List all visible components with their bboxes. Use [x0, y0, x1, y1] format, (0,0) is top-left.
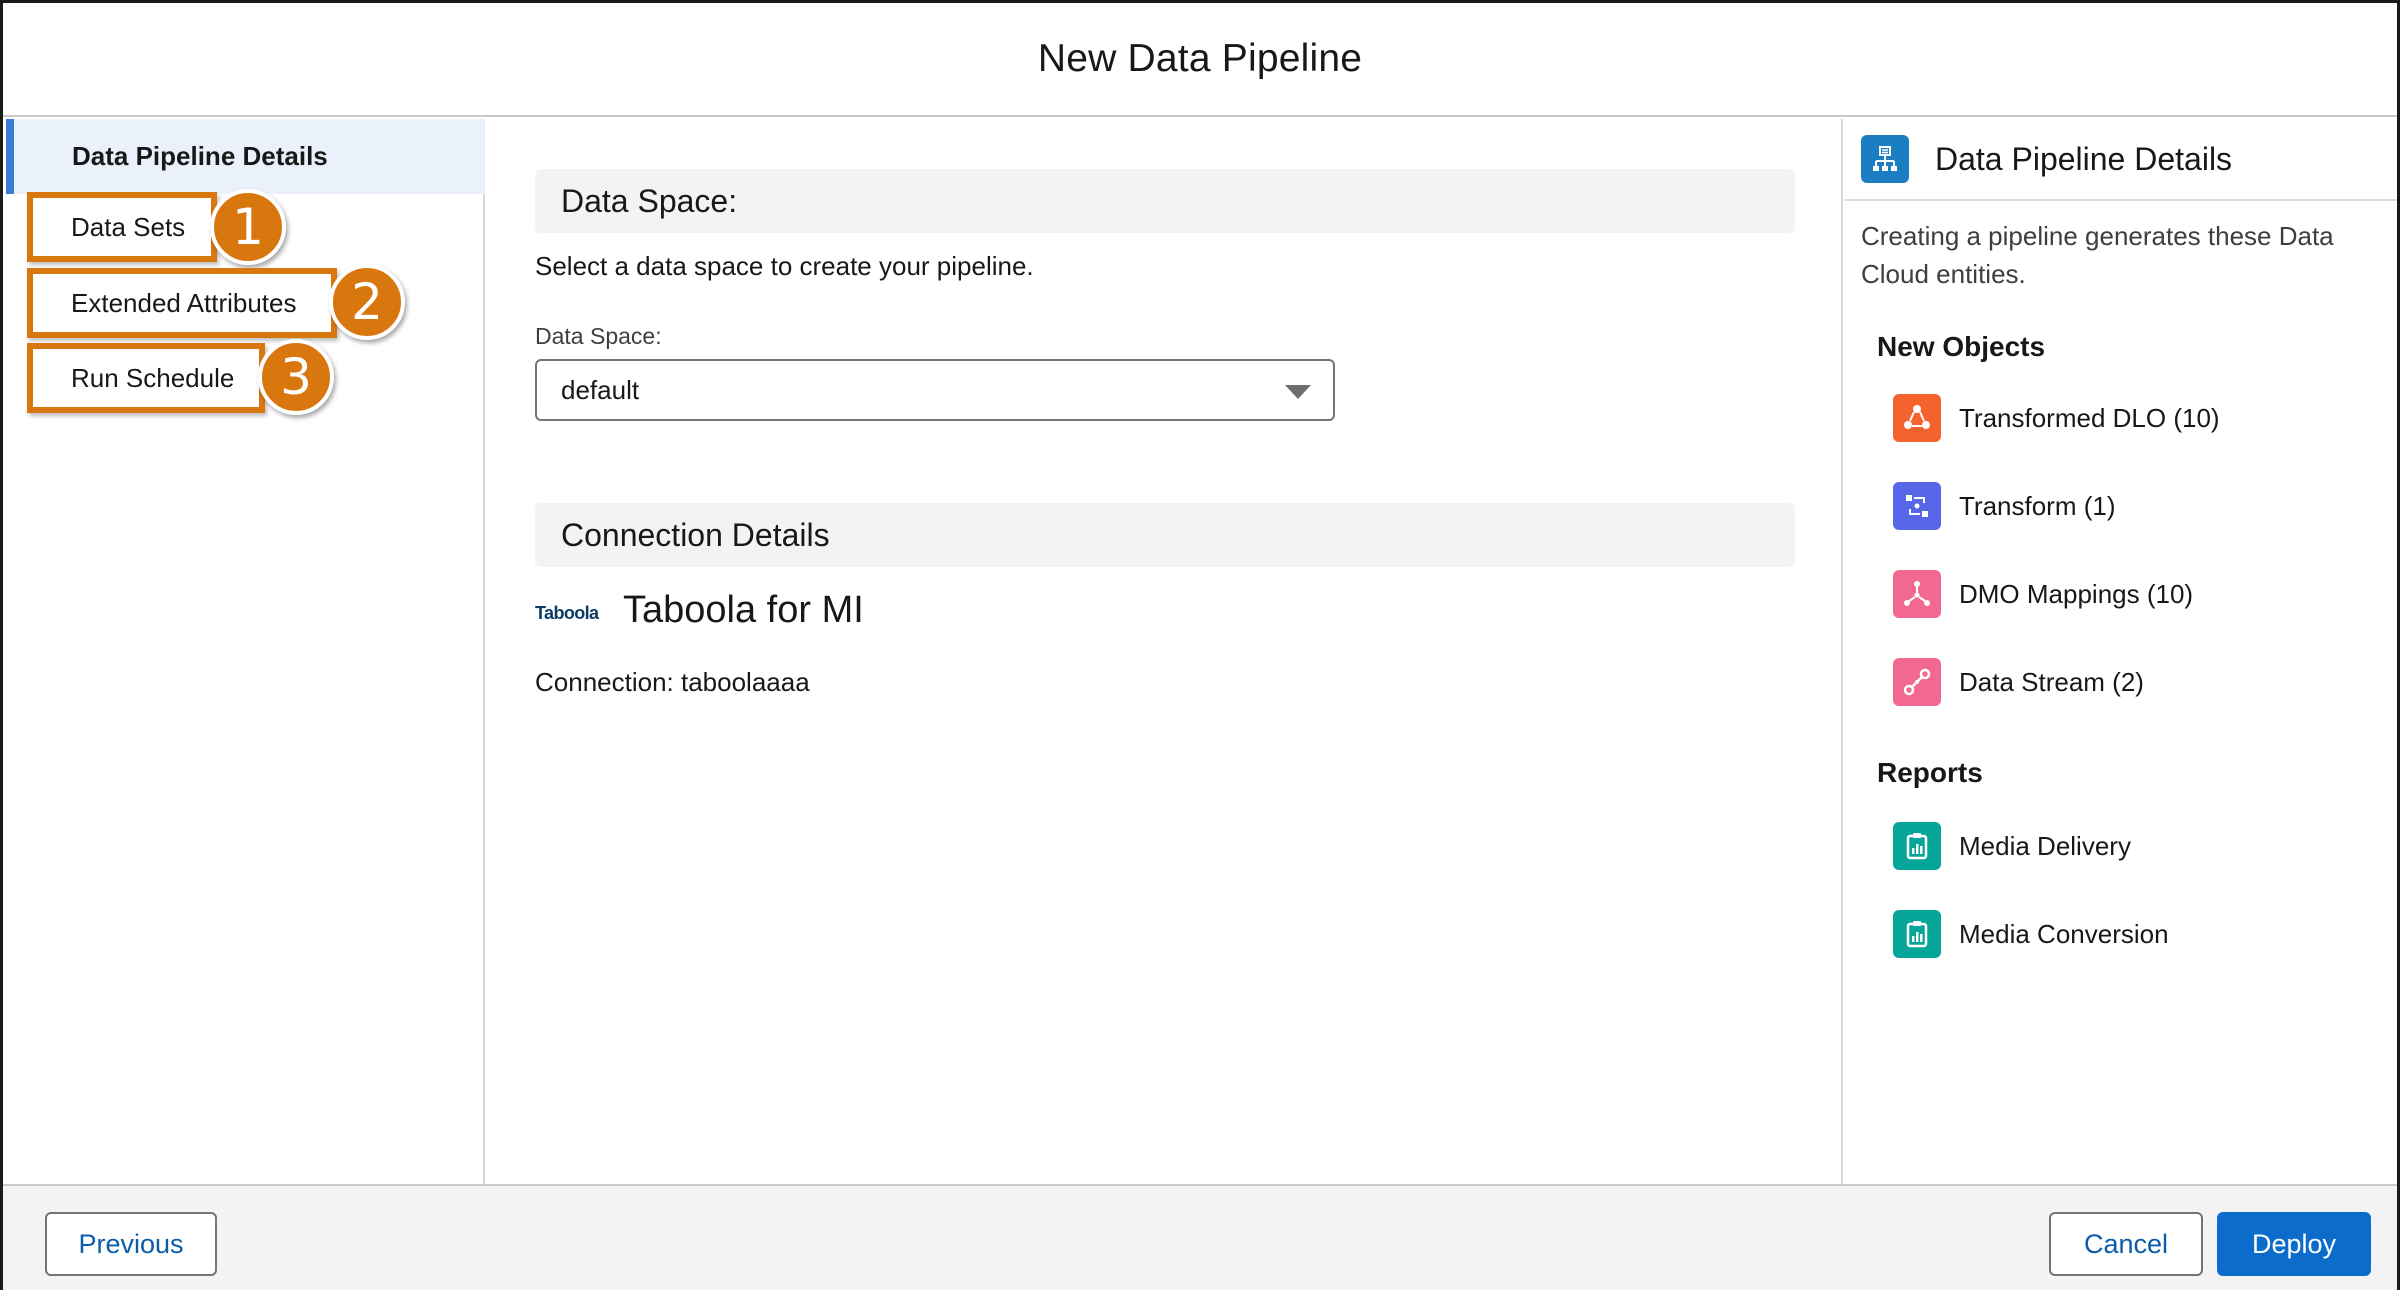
report-label: Media Conversion: [1959, 918, 2169, 949]
nav-item-label: Run Schedule: [71, 362, 235, 393]
connection-details-section-header: Connection Details: [535, 503, 1795, 567]
data-space-field-label: Data Space:: [535, 323, 662, 349]
step-badge: 2: [329, 264, 405, 340]
report-icon: [1893, 822, 1941, 870]
dmo-mappings-icon: [1893, 570, 1941, 618]
section-title: Data Space:: [561, 182, 738, 219]
object-label: Transformed DLO (10): [1959, 402, 2220, 433]
details-panel: Data Pipeline Details Creating a pipelin…: [1845, 119, 2397, 1184]
object-label: Transform (1): [1959, 490, 2116, 521]
taboola-logo: Taboola: [535, 603, 599, 623]
report-label: Media Delivery: [1959, 830, 2131, 861]
left-nav: Data Pipeline Details Data Sets 1 Extend…: [3, 119, 485, 1184]
modal-header: New Data Pipeline: [3, 3, 2397, 117]
list-item: Data Stream (2): [1893, 657, 2144, 707]
object-label: DMO Mappings (10): [1959, 578, 2194, 609]
list-item: Transformed DLO (10): [1893, 393, 2220, 443]
transformed-dlo-icon: [1893, 394, 1941, 442]
nav-item-extended-attributes[interactable]: Extended Attributes: [27, 268, 337, 338]
main-content: Data Space: Select a data space to creat…: [487, 119, 1843, 1184]
previous-button[interactable]: Previous: [45, 1212, 217, 1276]
details-panel-header: Data Pipeline Details: [1845, 119, 2397, 201]
data-stream-icon: [1893, 658, 1941, 706]
data-space-section-header: Data Space:: [535, 169, 1795, 233]
page-title: New Data Pipeline: [1037, 37, 1363, 80]
nav-item-label: Data Pipeline Details: [72, 141, 328, 171]
new-objects-heading: New Objects: [1877, 331, 2046, 362]
connector-name: Taboola for MI: [623, 589, 864, 631]
deploy-button[interactable]: Deploy: [2217, 1212, 2371, 1276]
data-space-selected-value: default: [561, 374, 640, 405]
nav-item-data-sets[interactable]: Data Sets: [27, 192, 217, 262]
cancel-button[interactable]: Cancel: [2049, 1212, 2203, 1276]
list-item: Media Delivery: [1893, 821, 2131, 871]
data-space-description: Select a data space to create your pipel…: [535, 251, 1034, 281]
list-item: Transform (1): [1893, 481, 2116, 531]
nav-item-data-pipeline-details[interactable]: Data Pipeline Details: [6, 119, 485, 194]
section-title: Connection Details: [561, 516, 830, 553]
data-pipeline-icon: [1861, 135, 1909, 183]
nav-item-label: Data Sets: [71, 211, 186, 242]
data-space-select[interactable]: default: [535, 359, 1335, 421]
step-badge: 3: [258, 339, 334, 415]
modal-frame: New Data Pipeline Data Pipeline Details …: [0, 0, 2400, 1290]
reports-heading: Reports: [1877, 757, 1983, 788]
details-panel-title: Data Pipeline Details: [1935, 140, 2233, 177]
modal-footer: Previous Cancel Deploy: [3, 1184, 2397, 1290]
list-item: Media Conversion: [1893, 909, 2169, 959]
nav-item-label: Extended Attributes: [71, 287, 297, 318]
nav-item-run-schedule[interactable]: Run Schedule: [27, 343, 265, 413]
connection-name: Connection: taboolaaaa: [535, 667, 810, 697]
caret-down-icon: [1285, 385, 1311, 399]
report-icon: [1893, 910, 1941, 958]
step-badge: 1: [210, 189, 286, 265]
list-item: DMO Mappings (10): [1893, 569, 2193, 619]
transform-icon: [1893, 482, 1941, 530]
object-label: Data Stream (2): [1959, 666, 2144, 697]
details-panel-description: Creating a pipeline generates these Data…: [1861, 221, 2334, 289]
